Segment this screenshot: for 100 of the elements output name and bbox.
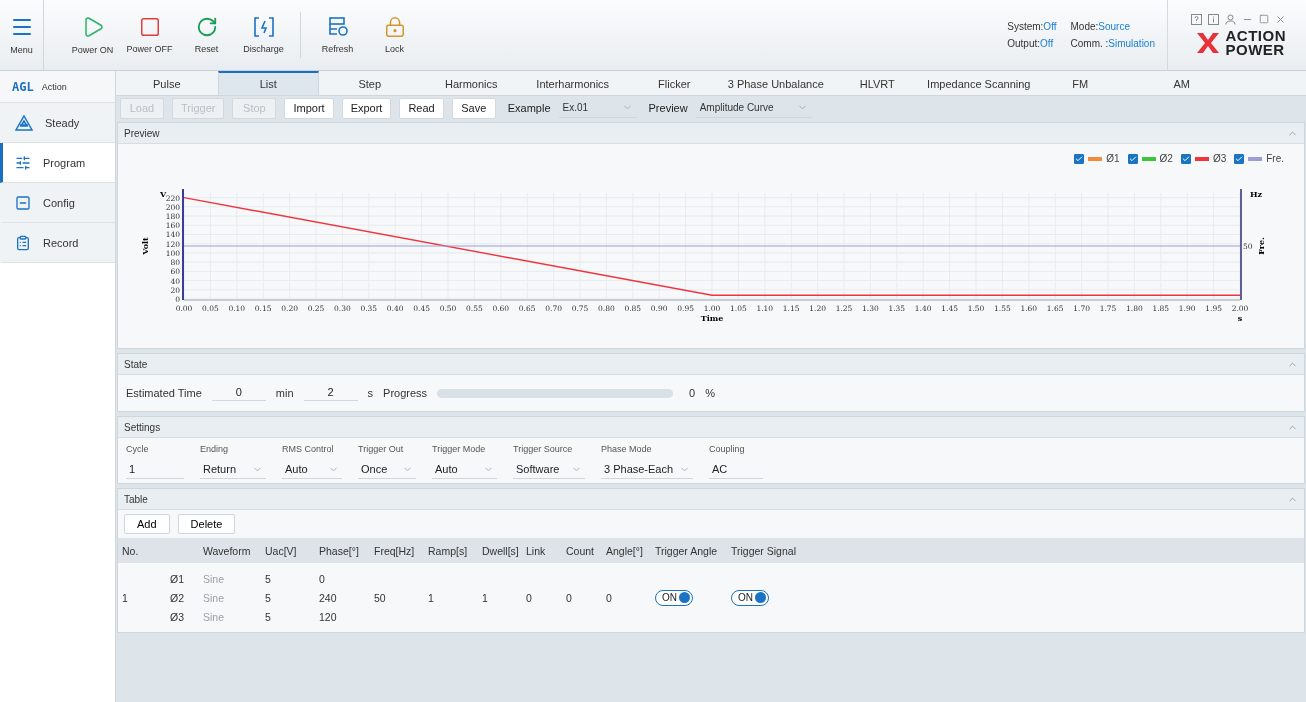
user-icon[interactable] bbox=[1225, 13, 1236, 25]
brand-logo: AGL bbox=[12, 79, 34, 94]
table-cell-text: 0 bbox=[526, 591, 533, 604]
dropdown[interactable]: Auto bbox=[432, 460, 497, 479]
legend-checkbox[interactable] bbox=[1180, 153, 1191, 164]
status-text: Mode:Source bbox=[1070, 21, 1131, 32]
triangle-icon bbox=[15, 114, 33, 131]
column-header: Count bbox=[566, 544, 596, 557]
brand-label: Action bbox=[41, 81, 67, 92]
close-icon[interactable] bbox=[1275, 13, 1286, 25]
sidebar-item[interactable]: Steady bbox=[0, 103, 115, 143]
field-label: Estimated Time bbox=[126, 387, 202, 399]
dropdown[interactable]: Amplitude Curve bbox=[695, 98, 812, 118]
table-cell-text: 0 bbox=[319, 572, 326, 585]
input-field[interactable]: AC bbox=[709, 460, 763, 479]
dropdown[interactable]: 3 Phase-Each bbox=[601, 460, 693, 479]
table-cell-text: 240 bbox=[319, 591, 338, 604]
tab[interactable]: Step bbox=[319, 71, 421, 95]
toolbar-button[interactable]: Lock bbox=[366, 5, 423, 65]
legend-label: Ø3 bbox=[1212, 153, 1227, 164]
toolbar-button[interactable]: Save bbox=[451, 97, 496, 119]
tab[interactable]: Pulse bbox=[116, 71, 218, 95]
toolbar-button[interactable]: Refresh bbox=[309, 5, 366, 65]
field-label: Phase Mode bbox=[601, 444, 653, 454]
dropdown[interactable]: Ex.01 bbox=[558, 98, 637, 118]
table-cell-text: 1 bbox=[122, 591, 129, 604]
status-text: Output:Off bbox=[1007, 38, 1055, 49]
legend-checkbox[interactable] bbox=[1074, 153, 1085, 164]
menu-button[interactable]: Menu bbox=[0, 0, 44, 70]
dropdown[interactable]: Once bbox=[358, 460, 416, 479]
sidebar-item[interactable]: Program bbox=[0, 143, 115, 183]
minutes-field[interactable]: 0 bbox=[211, 385, 266, 401]
tab[interactable]: Interharmonics bbox=[522, 71, 624, 95]
column-header: Link bbox=[526, 544, 547, 557]
field-label: Cycle bbox=[126, 444, 150, 454]
legend-checkbox[interactable] bbox=[1127, 153, 1138, 164]
toolbar-button[interactable]: Discharge bbox=[235, 5, 292, 65]
toggle-switch[interactable]: ON bbox=[655, 589, 693, 606]
table-cell-text: Sine bbox=[203, 591, 225, 604]
field-label: Ending bbox=[200, 444, 230, 454]
maximize-icon[interactable] bbox=[1259, 13, 1269, 24]
table-cell-text: Sine bbox=[203, 610, 225, 623]
tab[interactable]: Impedance Scanning bbox=[928, 71, 1030, 95]
field-label: Trigger Source bbox=[513, 444, 574, 454]
dropdown[interactable]: Auto bbox=[282, 460, 342, 479]
tab[interactable]: AM bbox=[1131, 71, 1233, 95]
progress-value: 0 bbox=[689, 387, 696, 399]
axis-unit: s bbox=[1237, 313, 1243, 323]
toolbar-button[interactable]: Read bbox=[399, 97, 444, 119]
table-cell-text: 1 bbox=[428, 591, 435, 604]
unit-label: s bbox=[367, 387, 374, 399]
dropdown[interactable]: Software bbox=[513, 460, 585, 479]
toolbar-button[interactable]: Reset bbox=[178, 5, 235, 65]
tab[interactable]: 3 Phase Unbalance bbox=[725, 71, 827, 95]
unit-label: % bbox=[705, 387, 715, 399]
dropdown[interactable]: Return bbox=[200, 460, 266, 479]
table-cell-text: 5 bbox=[265, 610, 272, 623]
tab[interactable]: Harmonics bbox=[420, 71, 522, 95]
refresh-icon bbox=[326, 16, 349, 38]
logo-icon bbox=[1195, 31, 1220, 54]
legend-label: Ø1 bbox=[1106, 153, 1120, 164]
table-cell-text: Sine bbox=[203, 572, 225, 585]
legend-label: Fre. bbox=[1266, 153, 1284, 164]
toolbar-button[interactable]: Power OFF bbox=[121, 5, 178, 65]
stop-icon bbox=[138, 16, 161, 38]
clipboard-icon bbox=[15, 234, 31, 251]
tab[interactable]: Flicker bbox=[623, 71, 725, 95]
toolbar-button[interactable]: Power ON bbox=[64, 5, 121, 65]
table-cell-text: Ø1 bbox=[170, 572, 185, 585]
column-header: Uac[V] bbox=[265, 544, 298, 557]
brand-logo: ACTION POWER bbox=[1225, 28, 1286, 57]
axis-unit: V bbox=[160, 189, 167, 199]
toolbar-button[interactable]: Export bbox=[341, 97, 392, 119]
sidebar-item[interactable]: Config bbox=[0, 183, 115, 223]
sidebar-item[interactable]: Record bbox=[0, 223, 115, 263]
tab[interactable]: HLVRT bbox=[826, 71, 928, 95]
column-header: Trigger Angle bbox=[655, 544, 719, 557]
table-cell-text: 0 bbox=[606, 591, 613, 604]
status-text: System:Off bbox=[1007, 21, 1057, 32]
table-cell-text: 5 bbox=[265, 572, 272, 585]
table-button[interactable]: Add bbox=[124, 514, 170, 534]
lock-icon bbox=[383, 16, 406, 38]
column-header: Freq[Hz] bbox=[374, 544, 416, 557]
column-header: Dwell[s] bbox=[482, 544, 520, 557]
input-field[interactable]: 1 bbox=[126, 460, 184, 479]
panel-title: Table bbox=[124, 493, 148, 505]
select-label: Preview bbox=[648, 102, 688, 114]
axis-unit: Hz bbox=[1250, 189, 1263, 199]
legend-checkbox[interactable] bbox=[1234, 153, 1245, 164]
info-icon[interactable] bbox=[1208, 13, 1219, 25]
tab[interactable]: List bbox=[217, 71, 319, 95]
tab[interactable]: FM bbox=[1029, 71, 1131, 95]
help-icon[interactable] bbox=[1191, 13, 1202, 25]
sliders-icon bbox=[15, 154, 31, 171]
table-button[interactable]: Delete bbox=[177, 514, 236, 534]
toolbar-button[interactable]: Import bbox=[284, 97, 334, 119]
table-cell-text: Ø2 bbox=[170, 591, 185, 604]
toggle-switch[interactable]: ON bbox=[731, 589, 769, 606]
table-cell-text: 5 bbox=[265, 591, 272, 604]
seconds-field[interactable]: 2 bbox=[303, 385, 358, 401]
